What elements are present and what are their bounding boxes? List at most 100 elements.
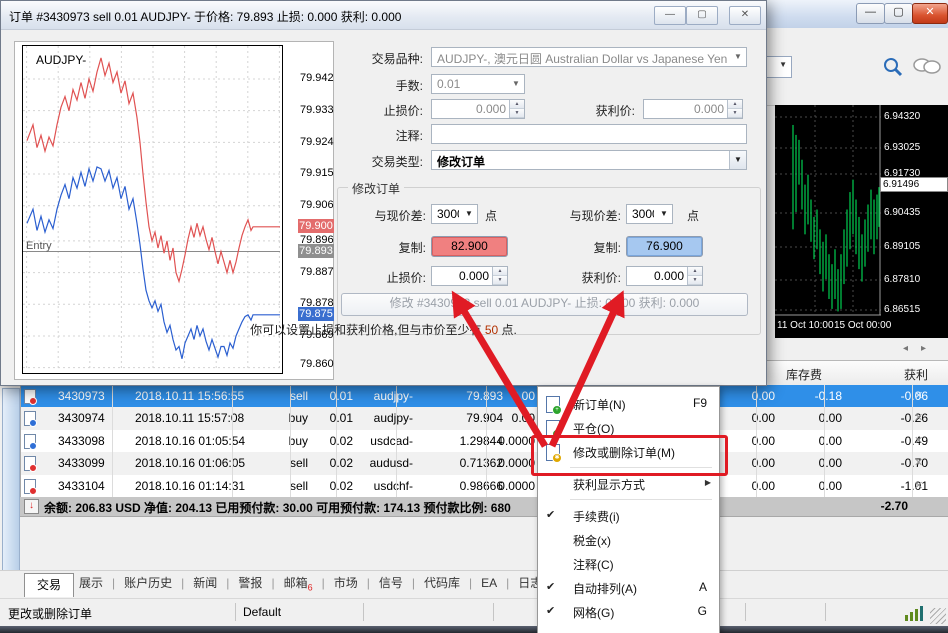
order-row-3430974[interactable]: 34309742018.10.11 15:57:08buy0.01audjpy-… xyxy=(20,407,948,429)
cell-type: buy xyxy=(254,411,308,425)
main-minimize-button[interactable]: — xyxy=(856,3,885,24)
tab-trade[interactable]: 交易 xyxy=(24,573,74,597)
scroll-right-icon[interactable]: ▸ xyxy=(921,343,926,354)
menu-item-网格G[interactable]: ✔网格(G)G xyxy=(538,600,719,624)
menu-item-label: 新订单(N) xyxy=(573,396,626,413)
cell-swap: 0.00 xyxy=(782,479,842,493)
profile-name[interactable]: Default xyxy=(243,605,281,619)
menu-item-注释C[interactable]: 注释(C) xyxy=(538,552,719,576)
cell-lots: 0.02 xyxy=(312,434,353,448)
spin-down-icon[interactable]: ▼ xyxy=(728,109,742,118)
navigator-side-tab[interactable]: 导航 xyxy=(2,388,20,600)
cell-sl: 0.0000 xyxy=(480,479,535,493)
copy-sell-price-button[interactable]: 82.900 xyxy=(431,236,508,257)
tab-账户历史[interactable]: 账户历史 xyxy=(115,571,181,595)
search-icon[interactable] xyxy=(882,56,904,78)
check-icon: ✔ xyxy=(546,580,555,593)
menu-item-手续费i[interactable]: ✔手续费(i) xyxy=(538,504,719,528)
modify-stoploss-spinner[interactable]: 0.000 ▲▼ xyxy=(431,266,508,286)
spin-down-icon[interactable]: ▼ xyxy=(493,276,507,285)
toolbar-dropdown[interactable]: ▼ xyxy=(764,56,792,78)
current-price-tag: 6.91496 xyxy=(880,177,948,192)
stoploss-spinner[interactable]: 0.000 ▲▼ xyxy=(431,99,525,119)
dialog-hint: 你可以设置止损和获利价格,但与市价至少有 50 点. xyxy=(1,321,766,338)
modify-stoploss-value: 0.000 xyxy=(437,269,489,283)
spinner-buttons[interactable]: ▲▼ xyxy=(727,100,742,118)
tab-代码库[interactable]: 代码库 xyxy=(415,571,469,595)
close-order-icon[interactable]: ✕ xyxy=(914,479,923,492)
order-row-3430973[interactable]: 34309732018.10.11 15:56:55sell0.01audjpy… xyxy=(20,385,948,407)
close-order-icon[interactable]: ✕ xyxy=(914,456,923,469)
chart-hscrollbar[interactable]: ◂ ▸ xyxy=(766,340,948,360)
main-maximize-button[interactable]: ▢ xyxy=(884,3,913,24)
cell-lots: 0.01 xyxy=(312,389,353,403)
diff-combobox-sl[interactable]: 3000 ▼ xyxy=(431,204,478,224)
spin-up-icon[interactable]: ▲ xyxy=(728,100,742,109)
copy-buy-price-button[interactable]: 76.900 xyxy=(626,236,703,257)
modify-takeprofit-spinner[interactable]: 0.000 ▲▼ xyxy=(626,266,703,286)
dialog-titlebar[interactable]: 订单 #3430973 sell 0.01 AUDJPY- 于价格: 79.89… xyxy=(1,1,766,30)
spinner-buttons[interactable]: ▲▼ xyxy=(492,267,507,285)
balance-row: ↓ 余额: 206.83 USD 净值: 204.13 已用预付款: 30.00… xyxy=(20,497,948,517)
main-close-button[interactable]: ✕ xyxy=(912,3,948,24)
tab-邮箱[interactable]: 邮箱6 xyxy=(275,571,322,599)
cell-lots: 0.02 xyxy=(312,456,353,470)
stoploss-label: 止损价: xyxy=(331,102,423,119)
price-axis-label: 6.87810 xyxy=(884,274,920,285)
spinner-buttons[interactable]: ▲▼ xyxy=(509,100,524,118)
close-order-icon[interactable]: ✕ xyxy=(914,389,923,402)
cell-commission: 0.00 xyxy=(720,479,775,493)
close-order-icon[interactable]: ✕ xyxy=(914,411,923,424)
tab-展示[interactable]: 展示 xyxy=(70,571,112,595)
menu-item-新订单N[interactable]: +新订单(N)F9 xyxy=(538,392,719,416)
cell-type: sell xyxy=(254,479,308,493)
chevron-down-icon: ▼ xyxy=(779,60,787,69)
comment-input[interactable] xyxy=(431,124,747,144)
order-row-3433104[interactable]: 34331042018.10.16 01:14:31sell0.02usdchf… xyxy=(20,475,948,497)
spin-down-icon[interactable]: ▼ xyxy=(688,276,702,285)
price-axis-label: 79.860 xyxy=(300,358,344,370)
tab-新闻[interactable]: 新闻 xyxy=(184,571,226,595)
spinner-buttons[interactable]: ▲▼ xyxy=(687,267,702,285)
check-icon: ✔ xyxy=(546,604,555,617)
tab-市场[interactable]: 市场 xyxy=(325,571,367,595)
balance-summary: 余额: 206.83 USD 净值: 204.13 已用预付款: 30.00 可… xyxy=(44,499,511,516)
spin-up-icon[interactable]: ▲ xyxy=(688,267,702,276)
comments-icon[interactable] xyxy=(912,57,942,77)
table-grid-line xyxy=(290,385,291,497)
trade-type-combobox[interactable]: 修改订单 ▼ xyxy=(431,150,747,170)
spin-down-icon[interactable]: ▼ xyxy=(510,109,524,118)
table-grid-line xyxy=(756,385,757,497)
resize-grip[interactable] xyxy=(930,608,946,624)
takeprofit-spinner[interactable]: 0.000 ▲▼ xyxy=(643,99,743,119)
scroll-left-icon[interactable]: ◂ xyxy=(903,343,908,354)
check-icon: ✔ xyxy=(546,508,555,521)
symbol-label: 交易品种: xyxy=(331,50,423,67)
tab-label: 展示 xyxy=(79,576,103,590)
lots-combobox[interactable]: 0.01 ▼ xyxy=(431,74,525,94)
order-row-3433098[interactable]: 34330982018.10.16 01:05:54buy0.02usdcad-… xyxy=(20,430,948,452)
cell-commission: 0.00 xyxy=(720,411,775,425)
cell-order: 3433098 xyxy=(58,434,128,448)
diff-combobox-tp[interactable]: 3000 ▼ xyxy=(626,204,673,224)
price-axis-label: 6.89105 xyxy=(884,241,920,252)
tab-信号[interactable]: 信号 xyxy=(370,571,412,595)
spin-up-icon[interactable]: ▲ xyxy=(510,100,524,109)
tab-label: 代码库 xyxy=(424,576,460,590)
tab-EA[interactable]: EA xyxy=(472,571,506,595)
spin-up-icon[interactable]: ▲ xyxy=(493,267,507,276)
dialog-minimize-button[interactable]: — xyxy=(654,6,686,25)
close-order-icon[interactable]: ✕ xyxy=(914,434,923,447)
dialog-close-button[interactable]: ✕ xyxy=(729,6,761,25)
symbol-combobox[interactable]: AUDJPY-, 澳元日圆 Australian Dollar vs Japan… xyxy=(431,47,747,67)
menu-item-自动排列A[interactable]: ✔自动排列(A)A xyxy=(538,576,719,600)
tab-警报[interactable]: 警报 xyxy=(229,571,271,595)
candlestick-chart[interactable]: 6.943206.930256.917306.904356.891056.878… xyxy=(775,105,948,338)
cell-symbol: usdchf- xyxy=(360,479,413,493)
toolbar: ▼ xyxy=(766,52,948,106)
menu-item-税金x[interactable]: 税金(x) xyxy=(538,528,719,552)
column-header-profit[interactable]: 获利 xyxy=(828,366,928,383)
modify-order-button[interactable]: 修改 #3430973 sell 0.01 AUDJPY- 止损: 0.000 … xyxy=(341,293,748,316)
dialog-maximize-button[interactable]: ▢ xyxy=(686,6,718,25)
order-row-3433099[interactable]: 34330992018.10.16 01:06:05sell0.02audusd… xyxy=(20,452,948,474)
